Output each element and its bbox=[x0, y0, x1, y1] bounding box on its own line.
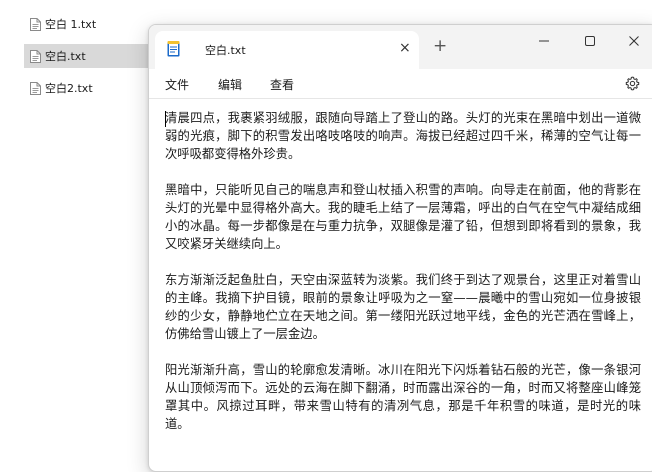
title-bar[interactable]: 空白.txt × + bbox=[149, 25, 652, 69]
file-list: 空白 1.txt 空白.txt 空白2.txt bbox=[0, 0, 150, 462]
menu-file[interactable]: 文件 bbox=[165, 76, 189, 93]
file-icon bbox=[30, 81, 41, 95]
menu-edit[interactable]: 编辑 bbox=[218, 76, 242, 93]
maximize-button[interactable] bbox=[567, 25, 613, 57]
file-name: 空白.txt bbox=[45, 50, 86, 63]
maximize-icon bbox=[585, 36, 595, 46]
menu-bar: 文件 编辑 查看 bbox=[149, 69, 652, 99]
paragraph: 清晨四点，我裹紧羽绒服，跟随向导踏上了登山的路。头灯的光束在黑暗中划出一道微弱的… bbox=[165, 111, 641, 161]
minimize-button[interactable] bbox=[521, 25, 567, 57]
file-item[interactable]: 空白 1.txt bbox=[24, 12, 140, 36]
tab-active[interactable]: 空白.txt × bbox=[155, 31, 419, 69]
new-tab-button[interactable]: + bbox=[433, 38, 447, 55]
tab-title: 空白.txt bbox=[205, 44, 246, 57]
tab-close-button[interactable]: × bbox=[399, 40, 411, 56]
file-icon bbox=[30, 17, 41, 31]
close-icon bbox=[629, 36, 639, 46]
file-icon bbox=[30, 49, 41, 63]
paragraph: 阳光渐渐升高，雪山的轮廓愈发清晰。冰川在阳光下闪烁着钻石般的光芒，像一条银河从山… bbox=[165, 363, 641, 431]
gear-icon[interactable] bbox=[625, 76, 640, 91]
paragraph: 黑暗中，只能听见自己的喘息声和登山杖插入积雪的声响。向导走在前面，他的背影在头灯… bbox=[165, 183, 641, 251]
notepad-app-icon bbox=[167, 41, 180, 57]
file-item-selected[interactable]: 空白.txt bbox=[24, 44, 148, 68]
file-item[interactable]: 空白2.txt bbox=[24, 76, 140, 100]
paragraph: 东方渐渐泛起鱼肚白，天空由深蓝转为淡紫。我们终于到达了观景台，这里正对着雪山的主… bbox=[165, 273, 641, 341]
file-name: 空白 1.txt bbox=[45, 18, 97, 31]
menu-view[interactable]: 查看 bbox=[270, 76, 294, 93]
close-button[interactable] bbox=[611, 25, 652, 57]
minimize-icon bbox=[539, 40, 549, 42]
file-name: 空白2.txt bbox=[45, 82, 93, 95]
text-editor[interactable]: 清晨四点，我裹紧羽绒服，跟随向导踏上了登山的路。头灯的光束在黑暗中划出一道微弱的… bbox=[165, 109, 641, 471]
notepad-window: 空白.txt × + 文件 编辑 查看 清晨四点，我裹紧羽绒服，跟随向导踏上了登… bbox=[148, 24, 652, 472]
menu-divider bbox=[149, 98, 652, 99]
text-caret bbox=[165, 111, 166, 127]
